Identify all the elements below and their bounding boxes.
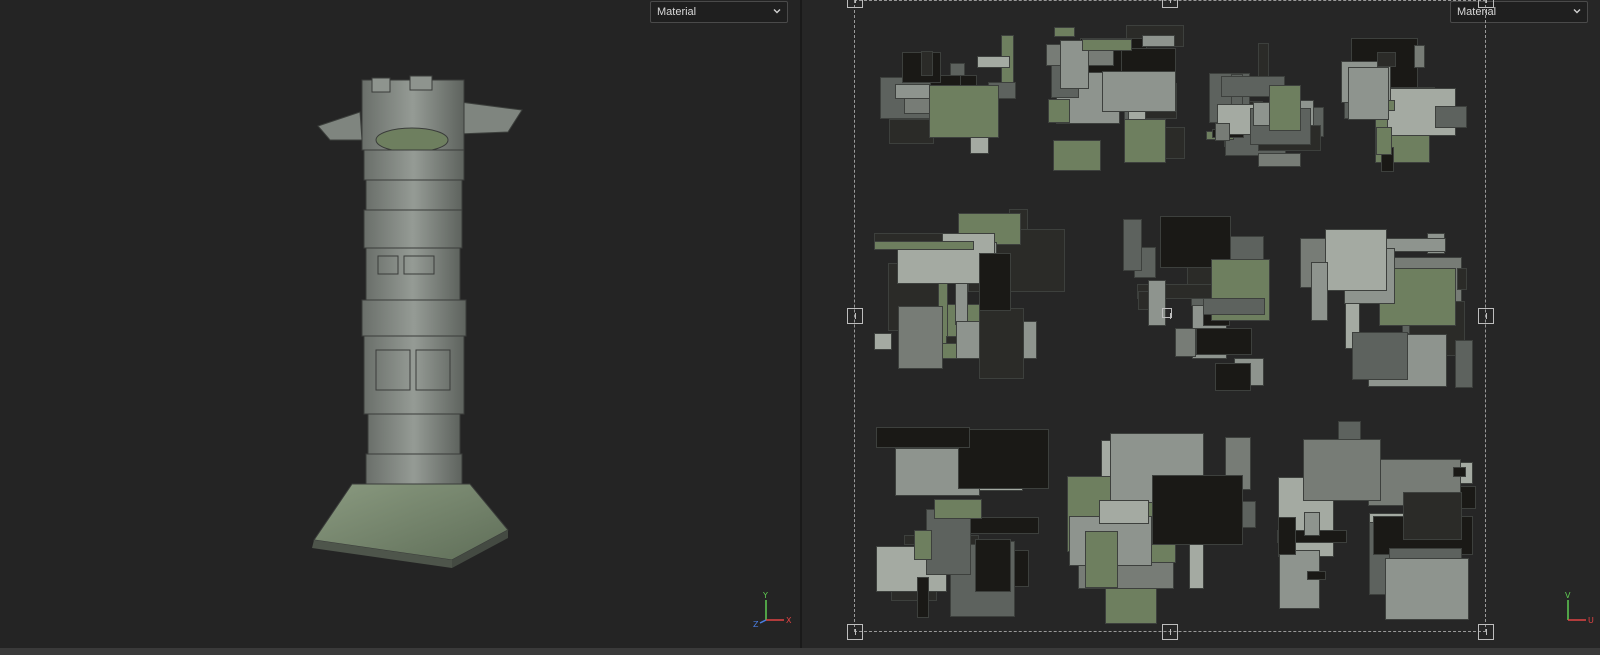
uv-island[interactable] [1457, 268, 1467, 290]
uv-island[interactable] [1048, 99, 1070, 123]
uv-island[interactable] [1376, 127, 1392, 155]
uv-handle-bottom-center[interactable] [1162, 624, 1178, 640]
uv-island[interactable] [1215, 123, 1230, 141]
uv-island[interactable] [898, 306, 943, 369]
uv-island[interactable] [876, 427, 970, 448]
uv-island[interactable] [934, 499, 982, 519]
uv-island[interactable] [929, 85, 999, 138]
uv-pivot-handle[interactable] [1162, 308, 1172, 319]
uv-handle-bottom-right[interactable] [1478, 624, 1494, 640]
uv-island[interactable] [1175, 328, 1196, 357]
uv-island[interactable] [874, 241, 974, 250]
uv-island[interactable] [977, 56, 1010, 68]
uv-handle-middle-left[interactable] [847, 308, 863, 324]
uv-island[interactable] [1054, 27, 1075, 37]
uv-island[interactable] [914, 530, 932, 560]
uv-handle-top-right[interactable] [1478, 0, 1494, 8]
uv-island[interactable] [1278, 517, 1296, 555]
uv-island[interactable] [1325, 229, 1387, 291]
gizmo-y-label: Y [762, 591, 768, 600]
axis-gizmo-3d-icon: Y X Z [752, 590, 792, 630]
shading-mode-label: Material [657, 6, 697, 18]
uv-island[interactable] [1123, 219, 1142, 271]
uv-handle-bottom-left[interactable] [847, 624, 863, 640]
uv-island[interactable] [1102, 71, 1176, 112]
uv-island[interactable] [1082, 39, 1132, 51]
chevron-down-icon [773, 9, 781, 14]
uv-island[interactable] [1085, 531, 1118, 588]
uv-island[interactable] [979, 308, 1024, 379]
gizmo-x-label: X [786, 616, 792, 625]
uv-island[interactable] [1455, 340, 1473, 388]
axis-gizmo-uv-icon: V U [1554, 590, 1594, 630]
uv-island[interactable] [1258, 153, 1301, 167]
uv-island[interactable] [1435, 106, 1467, 128]
uv-island[interactable] [1142, 35, 1175, 47]
uv-handle-top-center[interactable] [1162, 0, 1178, 8]
uv-island[interactable] [874, 333, 892, 350]
shading-mode-dropdown-3d[interactable]: Material [650, 1, 788, 23]
uv-island[interactable] [1348, 67, 1389, 120]
uv-island[interactable] [917, 577, 929, 618]
gizmo-v-label: V [1565, 591, 1571, 600]
uv-island[interactable] [958, 429, 1049, 489]
uv-island[interactable] [1053, 140, 1101, 171]
uv-island[interactable] [1196, 328, 1252, 355]
uv-island[interactable] [1311, 262, 1328, 321]
uv-handle-middle-right[interactable] [1478, 308, 1494, 324]
uv-island[interactable] [1377, 52, 1396, 67]
gizmo-z-label: Z [753, 620, 759, 629]
chevron-down-icon [1573, 9, 1581, 14]
uv-island[interactable] [975, 539, 1011, 592]
gizmo-u-label: U [1588, 616, 1594, 625]
uv-island[interactable] [1148, 280, 1166, 326]
uv-island[interactable] [1203, 298, 1265, 315]
uv-island[interactable] [1403, 492, 1462, 540]
uv-island[interactable] [1453, 467, 1466, 477]
uv-island[interactable] [889, 119, 934, 144]
uv-island[interactable] [1124, 119, 1166, 163]
uv-island[interactable] [1152, 475, 1243, 545]
uv-island[interactable] [1304, 512, 1320, 536]
status-strip [0, 648, 1600, 655]
uv-island[interactable] [979, 253, 1011, 311]
totem-pillar-model [312, 75, 523, 568]
uv-handle-top-left[interactable] [847, 0, 863, 8]
uv-island[interactable] [1099, 500, 1149, 524]
uv-island[interactable] [1385, 558, 1469, 620]
uv-island[interactable] [955, 283, 968, 325]
uv-island[interactable] [1269, 85, 1301, 131]
uv-island[interactable] [1303, 439, 1381, 501]
uv-island[interactable] [1215, 363, 1251, 391]
uv-island[interactable] [1307, 571, 1326, 580]
uv-island[interactable] [969, 517, 1039, 534]
uv-island[interactable] [1352, 332, 1408, 380]
viewport-3d[interactable]: Material Y X Z [0, 0, 800, 648]
uv-island[interactable] [921, 51, 933, 76]
uv-island[interactable] [1414, 45, 1425, 68]
